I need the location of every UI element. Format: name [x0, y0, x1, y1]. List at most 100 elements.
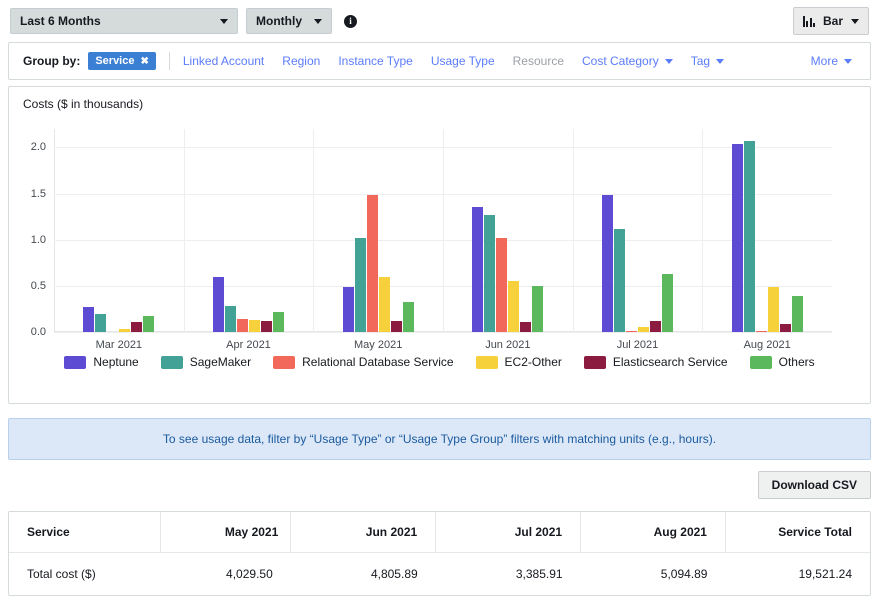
bar[interactable] — [248, 320, 260, 332]
bar[interactable] — [272, 311, 284, 332]
legend-label: Neptune — [93, 355, 139, 369]
pill-label: Service — [95, 55, 135, 67]
bar[interactable] — [378, 276, 390, 332]
table-column-header[interactable]: Aug 2021 — [580, 512, 726, 553]
legend-swatch — [475, 355, 498, 369]
group-by-option-resource: Resource — [513, 54, 564, 68]
bar[interactable] — [731, 143, 743, 332]
table-column-header[interactable]: Service — [9, 512, 161, 553]
bar-group: Jul 2021 — [573, 129, 703, 351]
bar[interactable] — [613, 228, 625, 332]
bar[interactable] — [236, 319, 248, 332]
table-head: Service May 2021 Jun 2021 Jul 2021 Aug 2021 S… — [9, 512, 870, 553]
bar[interactable] — [131, 321, 143, 332]
legend-label: Elasticsearch Service — [612, 355, 728, 369]
bar[interactable] — [496, 237, 508, 332]
granularity-select[interactable]: Monthly — [246, 8, 332, 34]
legend-item[interactable]: EC2-Other — [475, 355, 562, 369]
option-label: Tag — [690, 54, 711, 68]
chevron-down-icon — [844, 58, 852, 64]
legend-swatch — [583, 355, 606, 369]
bar[interactable] — [212, 276, 224, 332]
bar[interactable] — [83, 307, 95, 332]
chart-legend: Neptune SageMaker Relational Database Serv… — [9, 355, 870, 369]
group-by-label: Group by: — [23, 54, 81, 68]
x-axis-tick-label: Jul 2021 — [616, 339, 659, 351]
bar[interactable] — [767, 286, 779, 332]
bar[interactable] — [661, 273, 673, 332]
group-by-pill-service[interactable]: Service ✖ — [88, 52, 156, 70]
bar[interactable] — [520, 321, 532, 332]
bar[interactable] — [755, 331, 767, 332]
bar[interactable] — [95, 313, 107, 332]
divider — [168, 52, 170, 70]
group-by-panel: Group by: Service ✖ Linked Account Regio… — [8, 42, 871, 80]
group-by-option-tag[interactable]: Tag — [690, 54, 725, 68]
download-row: Download CSV — [0, 460, 879, 499]
usage-data-banner: To see usage data, filter by “Usage Type… — [8, 418, 871, 460]
y-axis-tick-label: 0.5 — [30, 279, 46, 292]
download-csv-button[interactable]: Download CSV — [757, 471, 871, 499]
info-icon[interactable]: i — [344, 14, 357, 28]
legend-label: SageMaker — [189, 355, 252, 369]
option-label: Cost Category — [582, 54, 659, 68]
bar[interactable] — [625, 331, 637, 332]
legend-item[interactable]: Elasticsearch Service — [583, 355, 728, 369]
y-axis-tick-label: 2.0 — [30, 141, 46, 154]
legend-item[interactable]: Neptune — [64, 355, 139, 369]
y-axis-tick-label: 1.0 — [30, 233, 46, 246]
banner-text: To see usage data, filter by “Usage Type… — [162, 432, 717, 446]
bar[interactable] — [649, 320, 661, 332]
bar[interactable] — [143, 316, 155, 332]
group-by-option-instance-type[interactable]: Instance Type — [338, 54, 413, 68]
bar[interactable] — [637, 327, 649, 332]
bar-group: Mar 2021 — [54, 129, 184, 351]
legend-label: Others — [778, 355, 815, 369]
bar[interactable] — [366, 195, 378, 332]
bar-group: Apr 2021 — [184, 129, 314, 351]
legend-item[interactable]: Others — [749, 355, 815, 369]
bar[interactable] — [791, 296, 803, 332]
chart-title: Costs ($ in thousands) — [23, 97, 144, 111]
chevron-down-icon — [851, 18, 859, 24]
bar[interactable] — [484, 214, 496, 332]
chart-type-value: Bar — [822, 14, 843, 28]
bar-group: May 2021 — [313, 129, 443, 351]
bar[interactable] — [402, 301, 414, 332]
legend-item[interactable]: Relational Database Service — [273, 355, 454, 369]
option-label: Linked Account — [182, 54, 265, 68]
bar[interactable] — [119, 329, 131, 332]
bar[interactable] — [532, 285, 544, 332]
bar[interactable] — [342, 286, 354, 332]
option-label: Region — [282, 54, 321, 68]
group-by-option-linked-account[interactable]: Linked Account — [183, 54, 264, 68]
chevron-down-icon — [664, 58, 673, 64]
bar[interactable] — [260, 320, 272, 332]
bar[interactable] — [508, 281, 520, 332]
bar[interactable] — [390, 320, 402, 332]
close-icon[interactable]: ✖ — [140, 56, 148, 67]
option-label: Usage Type — [430, 54, 495, 68]
bar-group: Jun 2021 — [443, 129, 573, 351]
bar[interactable] — [224, 306, 236, 332]
bar[interactable] — [472, 206, 484, 332]
table-column-header[interactable]: Service Total — [725, 512, 870, 553]
granularity-value: Monthly — [256, 14, 302, 28]
table-column-header[interactable]: May 2021 — [160, 512, 292, 553]
group-by-option-cost-category[interactable]: Cost Category — [582, 54, 673, 68]
bar[interactable] — [354, 237, 366, 332]
group-by-option-region[interactable]: Region — [282, 54, 320, 68]
chart-type-select[interactable]: Bar — [792, 7, 869, 35]
group-by-option-usage-type[interactable]: Usage Type — [431, 54, 495, 68]
table-column-header[interactable]: Jul 2021 — [435, 512, 582, 553]
option-label: Instance Type — [338, 54, 413, 68]
date-range-select[interactable]: Last 6 Months — [10, 8, 238, 34]
group-by-more-button[interactable]: More — [811, 54, 852, 68]
legend-item[interactable]: SageMaker — [160, 355, 252, 369]
x-axis-tick-label: Aug 2021 — [743, 339, 791, 351]
bar[interactable] — [601, 195, 613, 332]
chevron-down-icon — [220, 18, 228, 24]
bar[interactable] — [779, 323, 791, 332]
bar[interactable] — [743, 141, 755, 332]
table-column-header[interactable]: Jun 2021 — [290, 512, 437, 553]
